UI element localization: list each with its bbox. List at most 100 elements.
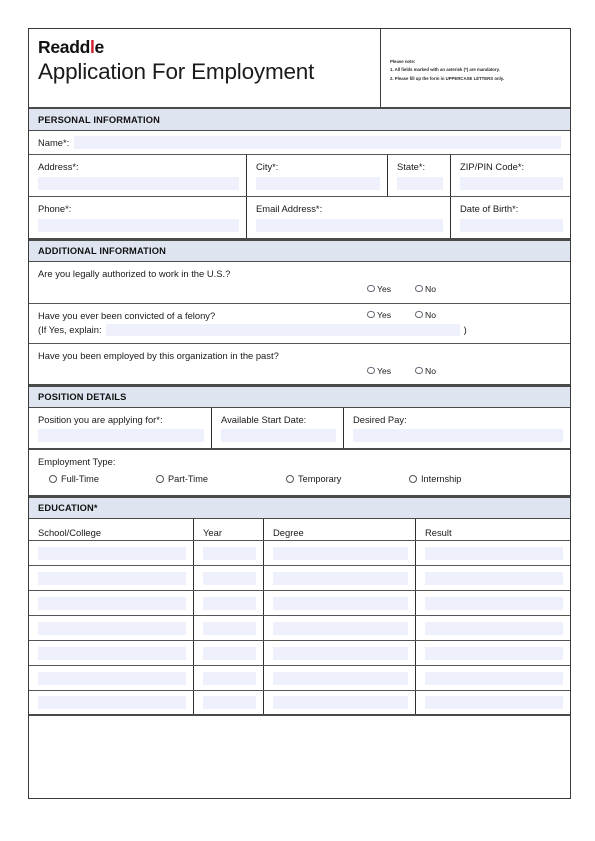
radio-circle-icon — [415, 284, 423, 293]
table-row — [29, 616, 570, 641]
header-note-block: Please note: 1. All fields marked with a… — [381, 29, 570, 107]
education-input-year[interactable] — [203, 621, 256, 635]
education-cell-year — [194, 541, 264, 565]
state-input[interactable] — [397, 176, 443, 190]
table-row — [29, 591, 570, 616]
education-cell-result — [416, 566, 570, 590]
page-title: Application For Employment — [38, 59, 315, 85]
table-row — [29, 566, 570, 591]
table-row — [29, 666, 570, 691]
education-column-degree: Degree — [264, 519, 416, 540]
city-input[interactable] — [256, 176, 380, 190]
employment-type-full-time[interactable]: Full-Time — [49, 474, 99, 484]
felony-explain-input[interactable] — [105, 323, 460, 336]
education-input-year[interactable] — [203, 696, 256, 709]
education-table-body — [29, 541, 570, 716]
work-authorization-no[interactable]: No — [415, 284, 436, 294]
email-cell: Email Address*: — [247, 196, 451, 238]
education-input-year[interactable] — [203, 671, 256, 685]
employment-type-part-time[interactable]: Part-Time — [156, 474, 208, 484]
question-felony-text: Have you ever been convicted of a felony… — [38, 309, 216, 321]
employment-type-temporary[interactable]: Temporary — [286, 474, 341, 484]
note-title: Please note: — [390, 59, 416, 64]
education-input-degree[interactable] — [273, 696, 408, 709]
education-input-year[interactable] — [203, 571, 256, 585]
start-date-label: Available Start Date: — [221, 413, 307, 425]
education-input-school[interactable] — [38, 646, 186, 660]
education-cell-result — [416, 641, 570, 665]
note-item-2: 2. Please fill up the form in UPPERCASE … — [390, 75, 505, 81]
education-input-degree[interactable] — [273, 671, 408, 685]
education-input-school[interactable] — [38, 596, 186, 610]
education-cell-degree — [264, 591, 416, 615]
education-input-result[interactable] — [425, 621, 563, 635]
felony-yes[interactable]: Yes — [367, 310, 391, 320]
desired-pay-input[interactable] — [353, 429, 563, 443]
education-cell-degree — [264, 616, 416, 640]
employment-type-full-time-label: Full-Time — [61, 474, 99, 484]
phone-label: Phone*: — [38, 202, 72, 214]
radio-circle-icon — [286, 475, 294, 483]
name-input[interactable] — [74, 136, 561, 149]
work-authorization-options: Yes No — [367, 284, 436, 294]
logo-text-part-1: Readd — [38, 37, 90, 57]
city-label: City*: — [256, 161, 279, 172]
education-input-year[interactable] — [203, 596, 256, 610]
radio-circle-icon — [367, 284, 375, 293]
education-input-result[interactable] — [425, 696, 563, 709]
position-input[interactable] — [38, 429, 204, 443]
state-label: State*: — [397, 161, 426, 172]
address-input[interactable] — [38, 176, 239, 190]
education-input-school[interactable] — [38, 671, 186, 685]
desired-pay-label: Desired Pay: — [353, 413, 407, 425]
start-date-input[interactable] — [221, 429, 336, 443]
email-label: Email Address*: — [256, 202, 323, 214]
education-cell-year — [194, 566, 264, 590]
felony-no[interactable]: No — [415, 310, 436, 320]
education-input-year[interactable] — [203, 546, 256, 560]
education-input-school[interactable] — [38, 546, 186, 560]
education-cell-school — [29, 566, 194, 590]
note-item-1: 1. All fields marked with an asterisk (*… — [390, 67, 500, 73]
education-input-result[interactable] — [425, 571, 563, 585]
education-input-school[interactable] — [38, 696, 186, 709]
radio-circle-icon — [367, 366, 375, 375]
education-input-degree[interactable] — [273, 571, 408, 585]
address-label: Address*: — [38, 161, 79, 172]
work-authorization-yes[interactable]: Yes — [367, 284, 391, 294]
section-header-additional-information: ADDITIONAL INFORMATION — [29, 239, 570, 262]
dob-input[interactable] — [460, 218, 563, 232]
previous-employment-yes[interactable]: Yes — [367, 366, 391, 376]
felony-no-label: No — [425, 309, 437, 320]
education-input-result[interactable] — [425, 546, 563, 560]
radio-circle-icon — [409, 475, 417, 483]
previous-employment-no[interactable]: No — [415, 366, 436, 376]
education-input-degree[interactable] — [273, 646, 408, 660]
education-cell-school — [29, 641, 194, 665]
dob-cell: Date of Birth*: — [451, 197, 570, 238]
row-address: Address*: City*: State*: ZIP/PIN Code*: — [29, 155, 570, 197]
education-cell-degree — [264, 641, 416, 665]
phone-input[interactable] — [38, 218, 239, 232]
employment-type-internship[interactable]: Internship — [409, 474, 461, 484]
education-input-degree[interactable] — [273, 546, 408, 560]
education-input-school[interactable] — [38, 571, 186, 585]
education-input-school[interactable] — [38, 621, 186, 635]
radio-circle-icon — [367, 310, 375, 319]
education-cell-school — [29, 541, 194, 565]
zip-input[interactable] — [460, 176, 563, 190]
education-input-degree[interactable] — [273, 621, 408, 635]
question-work-authorization-text: Are you legally authorized to work in th… — [38, 267, 231, 279]
row-name: Name*: — [29, 131, 570, 155]
logo-text-part-2: e — [94, 37, 105, 57]
address-cell: Address*: — [29, 155, 247, 196]
education-input-year[interactable] — [203, 646, 256, 660]
education-input-degree[interactable] — [273, 596, 408, 610]
row-position: Position you are applying for*: Availabl… — [29, 407, 570, 451]
education-input-result[interactable] — [425, 596, 563, 610]
work-authorization-no-label: No — [425, 283, 437, 294]
email-input[interactable] — [256, 218, 443, 232]
education-input-result[interactable] — [425, 671, 563, 685]
position-cell: Position you are applying for*: — [29, 407, 212, 449]
education-input-result[interactable] — [425, 646, 563, 660]
